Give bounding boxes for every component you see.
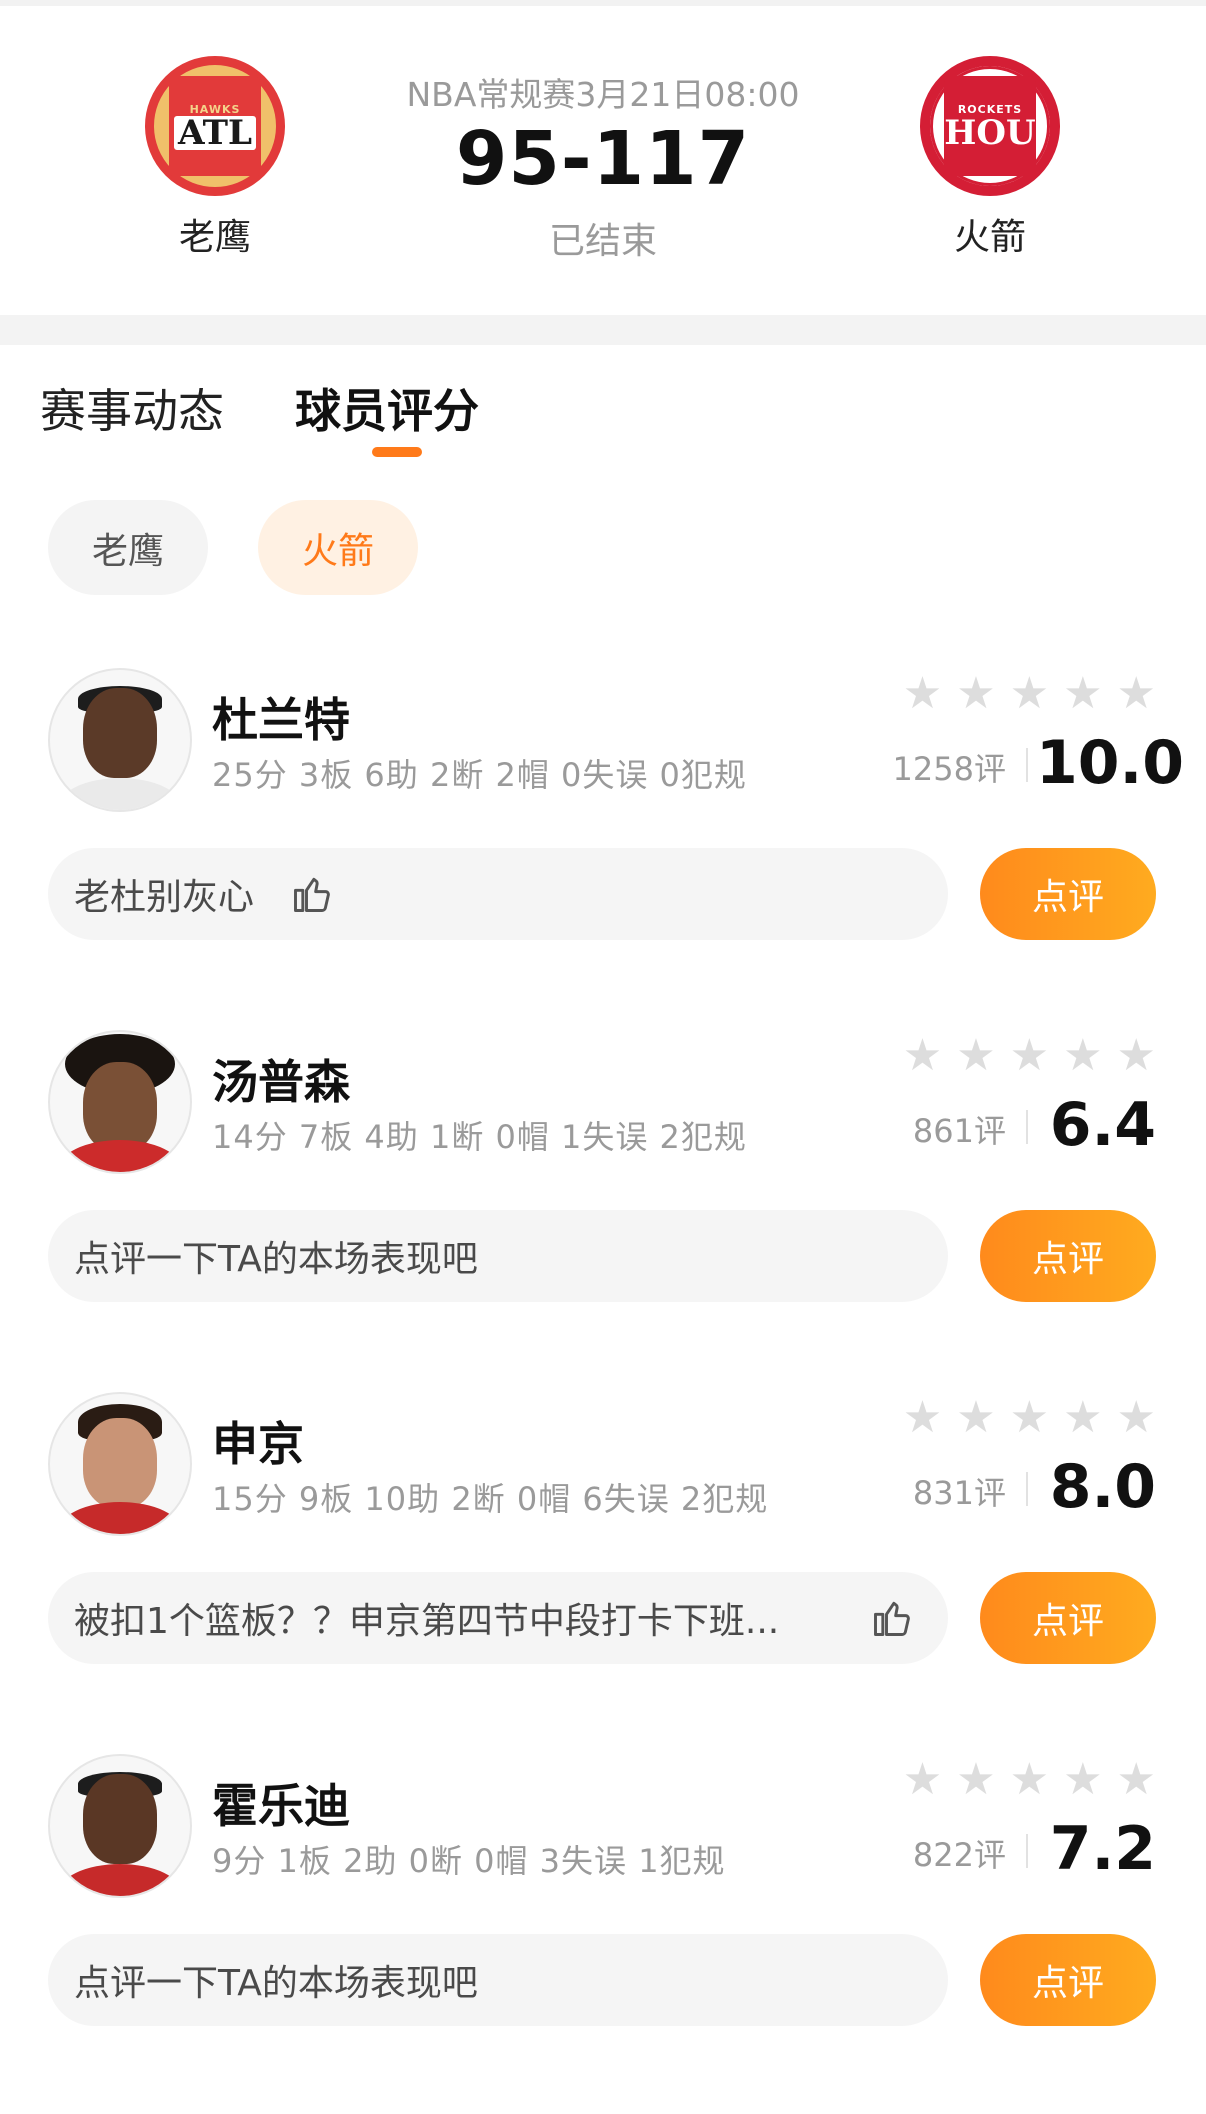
review-count: 831评: [912, 1474, 1006, 1512]
home-team[interactable]: HAWKS ATL 老鹰: [135, 56, 295, 260]
player-stats: 15分 9板 10助 2断 0帽 6失误 2犯规: [212, 1480, 769, 1518]
rating-stars[interactable]: ★ ★ ★ ★ ★: [903, 1034, 1156, 1078]
avatar[interactable]: [48, 1392, 192, 1536]
comment-placeholder: 点评一下TA的本场表现吧: [74, 1963, 478, 2004]
avatar-jersey: [58, 1140, 182, 1172]
star-icon[interactable]: ★: [903, 1758, 942, 1802]
star-icon[interactable]: ★: [903, 672, 942, 716]
match-info: NBA常规赛3月21日08:00 95-117 已结束: [303, 68, 903, 264]
player-stats: 25分 3板 6助 2断 2帽 0失误 0犯规: [212, 756, 747, 794]
tab-bar: 赛事动态 球员评分: [0, 345, 1206, 465]
review-count: 1258评: [892, 750, 1006, 788]
divider: [1026, 1834, 1028, 1868]
comment-text: 被扣1个篮板？？申京第四节中段打卡下班...: [74, 1601, 780, 1642]
rockets-logo-main-text: HOU: [944, 112, 1036, 153]
player-rating: 6.4: [1049, 1090, 1156, 1160]
review-count: 822评: [912, 1836, 1006, 1874]
top-comment[interactable]: 被扣1个篮板？？申京第四节中段打卡下班...: [48, 1572, 948, 1664]
star-icon[interactable]: ★: [956, 1034, 995, 1078]
away-team-name: 火箭: [953, 217, 1026, 258]
review-button[interactable]: 点评: [980, 1210, 1156, 1302]
star-icon[interactable]: ★: [956, 672, 995, 716]
comment-text: 老杜别灰心: [74, 877, 255, 918]
star-icon[interactable]: ★: [956, 1758, 995, 1802]
rating-stars[interactable]: ★ ★ ★ ★ ★: [903, 672, 1156, 716]
filter-hawks[interactable]: 老鹰: [48, 500, 208, 595]
avatar-jersey: [58, 1502, 182, 1534]
review-count: 861评: [912, 1112, 1006, 1150]
hawks-logo-main-text: ATL: [174, 115, 256, 150]
star-icon[interactable]: ★: [1117, 672, 1156, 716]
comment-placeholder: 点评一下TA的本场表现吧: [74, 1239, 478, 1280]
avatar[interactable]: [48, 668, 192, 812]
player-name[interactable]: 霍乐迪: [212, 1770, 350, 1836]
rating-stars[interactable]: ★ ★ ★ ★ ★: [903, 1758, 1156, 1802]
tab-player-ratings[interactable]: 球员评分: [295, 375, 479, 441]
player-rating: 10.0: [1036, 728, 1185, 798]
active-tab-indicator: [372, 447, 422, 457]
player-card-holiday: 霍乐迪 9分 1板 2助 0断 0帽 3失误 1犯规 ★ ★ ★ ★ ★ 822…: [0, 1754, 1206, 2114]
avatar-face: [83, 1062, 157, 1152]
away-team[interactable]: ROCKETS HOU 火箭: [910, 56, 1070, 260]
divider: [1026, 1110, 1028, 1144]
star-icon[interactable]: ★: [1010, 1034, 1049, 1078]
avatar-jersey: [58, 1864, 182, 1896]
star-icon[interactable]: ★: [903, 1396, 942, 1440]
hawks-logo-icon: HAWKS ATL: [145, 56, 285, 196]
star-icon[interactable]: ★: [1010, 672, 1049, 716]
star-icon[interactable]: ★: [1063, 1758, 1102, 1802]
hawks-jersey: HAWKS ATL: [169, 76, 261, 176]
divider: [1026, 748, 1028, 782]
comment-input[interactable]: 点评一下TA的本场表现吧: [48, 1210, 948, 1302]
player-stats: 14分 7板 4助 1断 0帽 1失误 2犯规: [212, 1118, 747, 1156]
review-button[interactable]: 点评: [980, 1572, 1156, 1664]
avatar[interactable]: [48, 1754, 192, 1898]
review-button[interactable]: 点评: [980, 848, 1156, 940]
divider: [1026, 1472, 1028, 1506]
player-card-sengun: 申京 15分 9板 10助 2断 0帽 6失误 2犯规 ★ ★ ★ ★ ★ 83…: [0, 1392, 1206, 1752]
avatar-face: [83, 688, 157, 778]
rating-stars[interactable]: ★ ★ ★ ★ ★: [903, 1396, 1156, 1440]
star-icon[interactable]: ★: [1117, 1396, 1156, 1440]
player-name[interactable]: 申京: [212, 1408, 304, 1474]
match-header: HAWKS ATL 老鹰 NBA常规赛3月21日08:00 95-117 已结束…: [0, 0, 1206, 315]
star-icon[interactable]: ★: [1010, 1758, 1049, 1802]
star-icon[interactable]: ★: [1063, 1034, 1102, 1078]
tab-match-events[interactable]: 赛事动态: [40, 375, 224, 441]
rockets-logo-icon: ROCKETS HOU: [920, 56, 1060, 196]
home-team-name: 老鹰: [178, 217, 251, 258]
league-time: NBA常规赛3月21日08:00: [406, 75, 800, 114]
avatar-jersey: [58, 778, 182, 810]
avatar-face: [83, 1418, 157, 1508]
top-divider: [0, 0, 1206, 6]
thumbs-up-icon[interactable]: [870, 1596, 914, 1640]
star-icon[interactable]: ★: [1010, 1396, 1049, 1440]
player-card-thompson: 汤普森 14分 7板 4助 1断 0帽 1失误 2犯规 ★ ★ ★ ★ ★ 86…: [0, 1030, 1206, 1390]
player-name[interactable]: 汤普森: [212, 1046, 350, 1112]
review-button[interactable]: 点评: [980, 1934, 1156, 2026]
comment-input[interactable]: 点评一下TA的本场表现吧: [48, 1934, 948, 2026]
player-stats: 9分 1板 2助 0断 0帽 3失误 1犯规: [212, 1842, 726, 1880]
star-icon[interactable]: ★: [1117, 1758, 1156, 1802]
match-status: 已结束: [548, 221, 657, 262]
avatar-face: [83, 1774, 157, 1864]
star-icon[interactable]: ★: [1117, 1034, 1156, 1078]
thumbs-up-icon[interactable]: [290, 872, 334, 916]
star-icon[interactable]: ★: [903, 1034, 942, 1078]
top-comment[interactable]: 老杜别灰心: [48, 848, 948, 940]
filter-rockets[interactable]: 火箭: [258, 500, 418, 595]
rockets-jersey: ROCKETS HOU: [944, 76, 1036, 176]
avatar[interactable]: [48, 1030, 192, 1174]
star-icon[interactable]: ★: [1063, 1396, 1102, 1440]
star-icon[interactable]: ★: [956, 1396, 995, 1440]
section-divider: [0, 315, 1206, 345]
player-rating: 8.0: [1049, 1452, 1156, 1522]
player-rating: 7.2: [1049, 1814, 1156, 1884]
star-icon[interactable]: ★: [1063, 672, 1102, 716]
match-score: 95-117: [455, 116, 751, 202]
player-name[interactable]: 杜兰特: [212, 684, 350, 750]
player-card-durant: 杜兰特 25分 3板 6助 2断 2帽 0失误 0犯规 ★ ★ ★ ★ ★ 12…: [0, 668, 1206, 1028]
